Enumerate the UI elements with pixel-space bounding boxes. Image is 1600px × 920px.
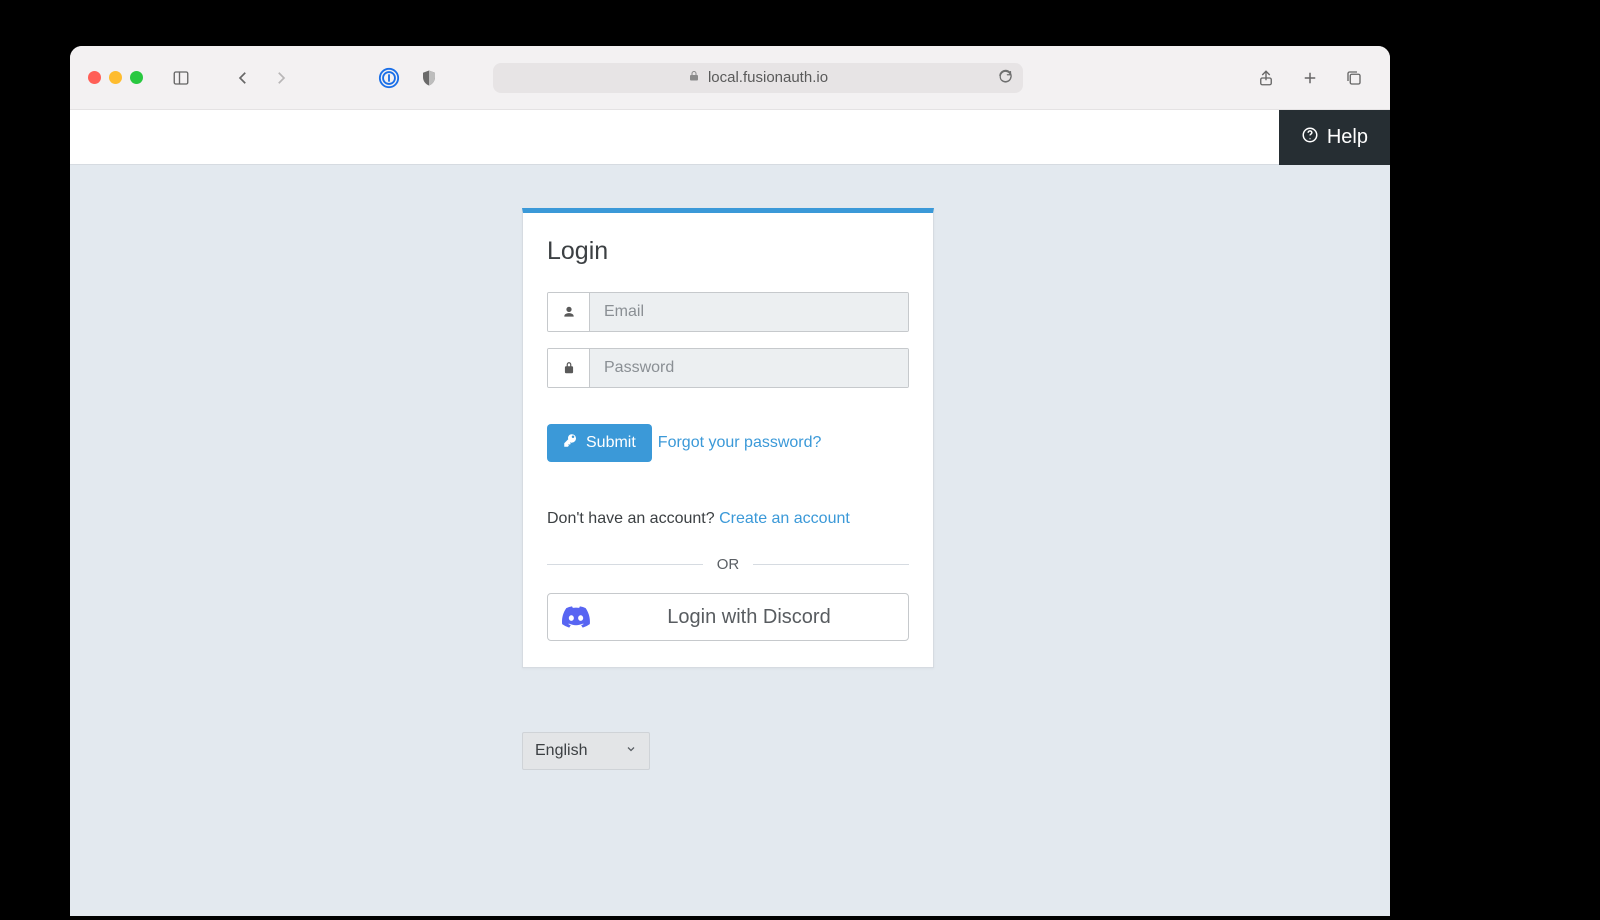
password-input-group: [547, 348, 909, 388]
forgot-password-link[interactable]: Forgot your password?: [658, 434, 822, 452]
discord-icon: [562, 603, 590, 631]
toolbar-right-icons: [1252, 64, 1372, 92]
or-label: OR: [717, 556, 740, 573]
lock-icon: [548, 349, 590, 387]
tab-overview-icon[interactable]: [1340, 64, 1368, 92]
language-selected-label: English: [535, 742, 587, 760]
create-account-link[interactable]: Create an account: [719, 510, 850, 527]
language-select[interactable]: English: [522, 732, 650, 770]
onepassword-icon[interactable]: [375, 64, 403, 92]
submit-button-label: Submit: [586, 434, 636, 452]
lock-icon: [688, 69, 700, 86]
nav-back-button[interactable]: [229, 64, 257, 92]
submit-button[interactable]: Submit: [547, 424, 652, 462]
toolbar-extension-icons: [375, 64, 443, 92]
submit-row: Submit Forgot your password?: [547, 424, 909, 462]
page-content: Help Login: [70, 110, 1390, 916]
nav-forward-button[interactable]: [267, 64, 295, 92]
window-controls: [88, 71, 143, 84]
window-zoom-button[interactable]: [130, 71, 143, 84]
separator-line-right: [753, 564, 909, 565]
chevron-down-icon: [625, 742, 637, 760]
or-separator: OR: [547, 556, 909, 573]
privacy-shield-icon[interactable]: [415, 64, 443, 92]
window-close-button[interactable]: [88, 71, 101, 84]
user-icon: [548, 293, 590, 331]
email-input[interactable]: [590, 293, 908, 331]
address-bar[interactable]: local.fusionauth.io: [493, 63, 1023, 93]
login-card: Login Submit Fo: [522, 208, 934, 668]
email-input-group: [547, 292, 909, 332]
discord-button-label: Login with Discord: [604, 606, 894, 629]
no-account-text: Don't have an account?: [547, 510, 719, 527]
password-input[interactable]: [590, 349, 908, 387]
reload-icon[interactable]: [998, 68, 1013, 87]
sidebar-toggle-icon[interactable]: [167, 64, 195, 92]
help-question-icon: [1301, 126, 1319, 150]
window-minimize-button[interactable]: [109, 71, 122, 84]
help-button-label: Help: [1327, 126, 1368, 149]
share-icon[interactable]: [1252, 64, 1280, 92]
app-topbar: Help: [70, 110, 1390, 165]
browser-window: local.fusionauth.io Help: [70, 46, 1390, 916]
create-account-row: Don't have an account? Create an account: [547, 510, 909, 528]
help-button[interactable]: Help: [1279, 110, 1390, 165]
address-bar-host: local.fusionauth.io: [708, 69, 828, 86]
separator-line-left: [547, 564, 703, 565]
browser-toolbar: local.fusionauth.io: [70, 46, 1390, 110]
key-icon: [563, 433, 578, 453]
login-with-discord-button[interactable]: Login with Discord: [547, 593, 909, 641]
login-title: Login: [547, 237, 909, 266]
new-tab-icon[interactable]: [1296, 64, 1324, 92]
